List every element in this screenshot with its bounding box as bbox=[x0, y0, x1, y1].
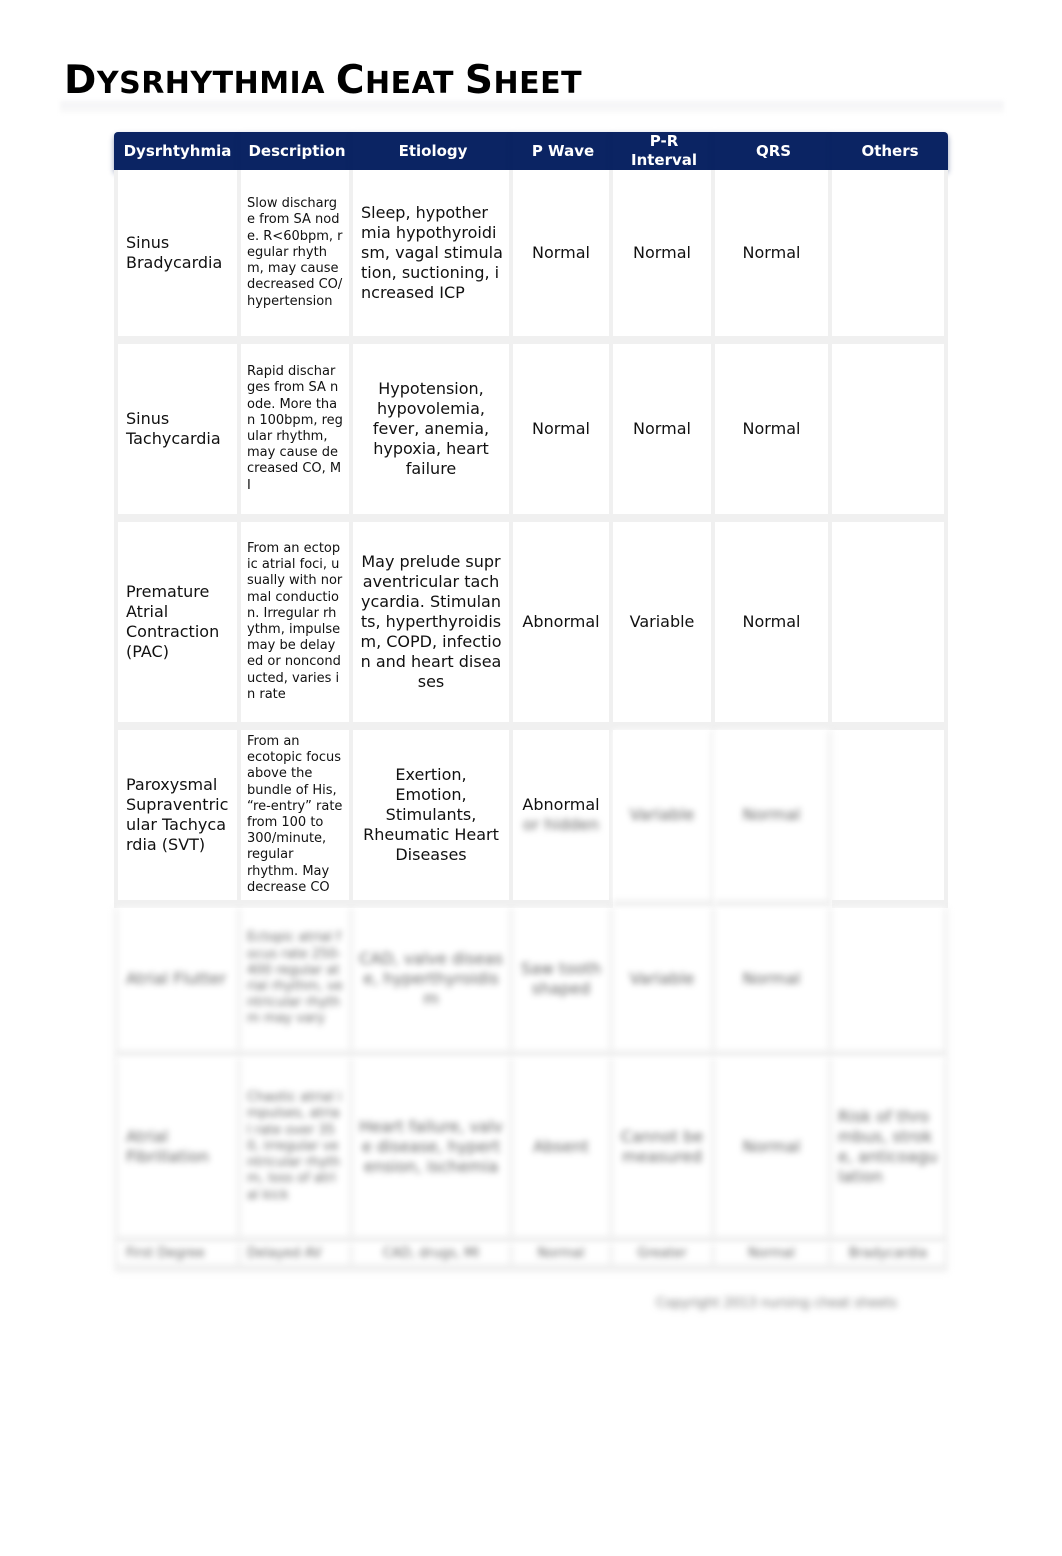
others-cell bbox=[832, 908, 948, 1058]
pr-interval-cell: Variable bbox=[613, 522, 715, 730]
etiology-cell: CAD, valve disease, hyperthyroidism bbox=[353, 908, 513, 1058]
description-cell: Ectopic atrial focus rate 250-400 regula… bbox=[241, 908, 353, 1058]
column-header-dysrhythmia: Dysrhtyhmia bbox=[114, 132, 241, 170]
dysrhythmia-name: Premature Atrial Contraction (PAC) bbox=[114, 522, 241, 730]
title-part: S bbox=[464, 58, 494, 103]
etiology-cell: Exertion, Emotion, Stimulants, Rheumatic… bbox=[353, 730, 513, 908]
table-row: Atrial Fibrillation Chaotic atrial impul… bbox=[114, 1058, 948, 1244]
etiology-cell: Heart failure, valve disease, hypertensi… bbox=[353, 1058, 513, 1244]
pr-interval-cell: Greater bbox=[613, 1244, 715, 1272]
pr-interval-cell: Variable bbox=[613, 730, 715, 908]
p-wave-value: Abnormal bbox=[522, 795, 600, 814]
p-wave-cell: Normal bbox=[513, 344, 613, 522]
etiology-cell: Hypotension, hypovolemia, fever, anemia,… bbox=[353, 344, 513, 522]
column-header-pr-interval: P-R Interval bbox=[613, 132, 715, 170]
column-header-etiology: Etiology bbox=[353, 132, 513, 170]
table-row: Paroxysmal Supraventricular Tachycardia … bbox=[114, 730, 948, 908]
table-header-row: Dysrhtyhmia Description Etiology P Wave … bbox=[114, 132, 948, 170]
dysrhythmia-name: Sinus Bradycardia bbox=[114, 170, 241, 344]
description-cell: Chaotic atrial impulses, atrial rate ove… bbox=[241, 1058, 353, 1244]
table-row: Sinus Bradycardia Slow discharge from SA… bbox=[114, 170, 948, 344]
title-part: D bbox=[64, 58, 97, 103]
qrs-cell: Normal bbox=[715, 908, 832, 1058]
p-wave-cell: Abnormal bbox=[513, 522, 613, 730]
others-cell: Bradycardia bbox=[832, 1244, 948, 1272]
others-cell bbox=[832, 344, 948, 522]
others-cell bbox=[832, 522, 948, 730]
qrs-cell: Normal bbox=[715, 1058, 832, 1244]
column-header-qrs: QRS bbox=[715, 132, 832, 170]
etiology-cell: CAD, drugs, MI bbox=[353, 1244, 513, 1272]
dysrhythmia-name: First Degree bbox=[114, 1244, 241, 1272]
qrs-cell: Normal bbox=[715, 1244, 832, 1272]
others-cell bbox=[832, 730, 948, 908]
pr-interval-cell: Normal bbox=[613, 170, 715, 344]
dysrhythmia-name: Sinus Tachycardia bbox=[114, 344, 241, 522]
description-cell: Delayed AV bbox=[241, 1244, 353, 1272]
pr-interval-cell: Variable bbox=[613, 908, 715, 1058]
qrs-cell: Normal bbox=[715, 730, 832, 908]
qrs-cell: Normal bbox=[715, 344, 832, 522]
qrs-cell: Normal bbox=[715, 522, 832, 730]
description-cell: From an ecotopic focus above the bundle … bbox=[241, 730, 353, 908]
table-row: Sinus Tachycardia Rapid discharges from … bbox=[114, 344, 948, 522]
title-part: HEAT bbox=[365, 66, 465, 101]
table-row: Atrial Flutter Ectopic atrial focus rate… bbox=[114, 908, 948, 1058]
cheat-sheet-table-container: Dysrhtyhmia Description Etiology P Wave … bbox=[114, 132, 948, 1272]
table-row: Premature Atrial Contraction (PAC) From … bbox=[114, 522, 948, 730]
footer-note: Copyright 2013 nursing cheat sheets bbox=[656, 1296, 898, 1311]
p-wave-cell: Saw tooth shaped bbox=[513, 908, 613, 1058]
p-wave-value-continued: or hidden bbox=[522, 815, 600, 834]
etiology-cell: Sleep, hypothermia hypothyroidism, vagal… bbox=[353, 170, 513, 344]
pr-interval-cell: Normal bbox=[613, 344, 715, 522]
table-row: First Degree Delayed AV CAD, drugs, MI N… bbox=[114, 1244, 948, 1272]
p-wave-cell: Abnormal or hidden bbox=[513, 730, 613, 908]
cheat-sheet-table: Dysrhtyhmia Description Etiology P Wave … bbox=[114, 132, 948, 1272]
description-cell: Slow discharge from SA node. R<60bpm, re… bbox=[241, 170, 353, 344]
p-wave-cell: Normal bbox=[513, 1244, 613, 1272]
p-wave-cell: Normal bbox=[513, 170, 613, 344]
p-wave-cell: Absent bbox=[513, 1058, 613, 1244]
description-cell: From an ectopic atrial foci, usually wit… bbox=[241, 522, 353, 730]
description-cell: Rapid discharges from SA node. More than… bbox=[241, 344, 353, 522]
title-divider bbox=[60, 101, 1004, 113]
column-header-others: Others bbox=[832, 132, 948, 170]
dysrhythmia-name: Paroxysmal Supraventricular Tachycardia … bbox=[114, 730, 241, 908]
title-part: C bbox=[335, 58, 366, 103]
title-part: HEET bbox=[493, 66, 583, 101]
etiology-cell: May prelude supraventricular tachycardia… bbox=[353, 522, 513, 730]
column-header-p-wave: P Wave bbox=[513, 132, 613, 170]
pr-interval-cell: Cannot be measured bbox=[613, 1058, 715, 1244]
page-title: DYSRHYTHMIA CHEAT SHEET bbox=[64, 58, 582, 103]
column-header-description: Description bbox=[241, 132, 353, 170]
qrs-cell: Normal bbox=[715, 170, 832, 344]
dysrhythmia-name: Atrial Fibrillation bbox=[114, 1058, 241, 1244]
dysrhythmia-name: Atrial Flutter bbox=[114, 908, 241, 1058]
others-cell bbox=[832, 170, 948, 344]
title-part: YSRHYTHMIA bbox=[96, 66, 336, 101]
others-cell: Risk of thrombus, stroke, anticoagulatio… bbox=[832, 1058, 948, 1244]
